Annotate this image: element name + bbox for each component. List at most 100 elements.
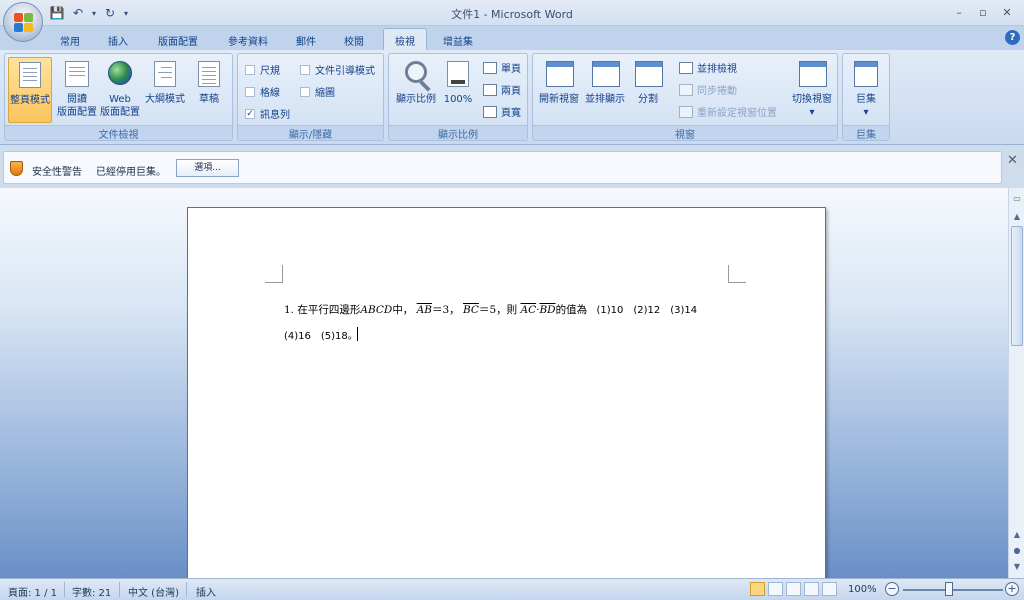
- sync-scroll-button[interactable]: 同步捲動: [679, 82, 737, 97]
- gridlines-check-box[interactable]: [245, 86, 255, 97]
- ruler-checkbox[interactable]: 尺規: [245, 62, 280, 77]
- abcd-text: ABCD: [360, 304, 393, 316]
- tab-home[interactable]: 常用: [52, 30, 88, 50]
- previous-page-icon[interactable]: ▲: [1010, 528, 1024, 542]
- close-security-bar-icon[interactable]: ✕: [1007, 153, 1018, 168]
- restore-button[interactable]: ▫: [972, 3, 994, 21]
- office-button[interactable]: [3, 2, 43, 42]
- arrange-all-button[interactable]: 並排顯示: [583, 57, 627, 123]
- tab-mailings[interactable]: 郵件: [288, 30, 324, 50]
- reset-window-position-button[interactable]: 重新設定視窗位置: [679, 104, 777, 119]
- scrollbar-thumb[interactable]: [1011, 226, 1023, 346]
- message-bar-checkbox[interactable]: ✓ 訊息列: [245, 106, 290, 121]
- doc-map-checkbox[interactable]: 文件引導模式: [300, 62, 375, 77]
- outline-button[interactable]: 大綱模式: [143, 57, 187, 123]
- full-screen-reading-button[interactable]: 閱讀 版面配置: [55, 57, 99, 123]
- switch-windows-dropdown-icon: ▾: [809, 107, 815, 118]
- help-icon[interactable]: ?: [1005, 30, 1020, 45]
- zoom-slider-track[interactable]: [903, 589, 1003, 591]
- status-divider: [64, 582, 65, 597]
- tab-view[interactable]: 檢視: [383, 28, 427, 51]
- view-side-by-side-button[interactable]: 並排檢視: [679, 60, 737, 75]
- doc-map-check-box[interactable]: [300, 64, 310, 75]
- outline-view-icon[interactable]: [804, 582, 819, 596]
- tab-insert[interactable]: 插入: [100, 30, 136, 50]
- tab-addins[interactable]: 增益集: [436, 30, 480, 50]
- zoom-group: 顯示比例 100% 單頁 兩頁 頁寬 顯示比例: [388, 53, 528, 141]
- print-layout-icon: [19, 62, 41, 88]
- one-page-button[interactable]: 單頁: [483, 60, 521, 75]
- close-button[interactable]: ✕: [996, 3, 1018, 21]
- doc-map-label: 文件引導模式: [315, 66, 375, 77]
- zoom-in-icon[interactable]: +: [1005, 582, 1019, 596]
- language-indicator[interactable]: 中文 (台灣): [128, 584, 179, 599]
- document-views-group: 整頁模式 閱讀 版面配置 Web 版面配置 大綱模式 草稿 文件檢視: [4, 53, 233, 141]
- window-group: 開新視窗 並排顯示 分割 並排檢視 同步捲動 重新設定視窗位置 切換視窗 ▾ 視…: [532, 53, 838, 141]
- outline-label: 大綱模式: [145, 94, 185, 105]
- document-line-2[interactable]: (4)16 (5)18。: [284, 327, 358, 342]
- scroll-up-icon[interactable]: ▲: [1010, 210, 1024, 224]
- zoom-level[interactable]: 100%: [848, 584, 877, 595]
- reset-position-icon: [679, 105, 693, 118]
- security-warning-message: 已經停用巨集。: [96, 167, 166, 178]
- macros-button[interactable]: 巨集 ▾: [845, 57, 887, 123]
- zoom-slider-thumb[interactable]: [945, 582, 953, 596]
- question-prefix: 1. 在平行四邊形: [284, 304, 361, 316]
- document-views-group-label: 文件檢視: [5, 125, 232, 141]
- zoom-button[interactable]: 顯示比例: [393, 57, 439, 123]
- answer-options-1: (1)10 (2)12 (3)14: [596, 305, 698, 316]
- document-line-1[interactable]: 1. 在平行四邊形ABCD中， AB＝3， BC＝5，則 AC·BD的值為 (1…: [284, 301, 697, 317]
- next-page-icon[interactable]: ▼: [1010, 560, 1024, 574]
- reading-view-icon[interactable]: [768, 582, 783, 596]
- zoom-100-button[interactable]: 100%: [439, 57, 477, 123]
- crop-mark-left: [265, 265, 283, 283]
- zoom-out-icon[interactable]: −: [885, 582, 899, 596]
- gridlines-checkbox[interactable]: 格線: [245, 84, 280, 99]
- macros-icon: [854, 61, 878, 87]
- window-title: 文件1 - Microsoft Word: [451, 8, 573, 21]
- gridlines-label: 格線: [260, 88, 280, 99]
- insert-mode-indicator[interactable]: 插入: [196, 584, 216, 599]
- side-by-side-label: 並排檢視: [697, 64, 737, 75]
- macros-group-label: 巨集: [843, 125, 889, 141]
- web-view-icon[interactable]: [786, 582, 801, 596]
- two-pages-icon: [483, 83, 497, 96]
- split-button[interactable]: 分割: [631, 57, 665, 123]
- tab-page-layout[interactable]: 版面配置: [150, 30, 206, 50]
- word-count[interactable]: 字數: 21: [72, 584, 111, 599]
- web-layout-button[interactable]: Web 版面配置: [98, 57, 142, 123]
- tab-references[interactable]: 參考資料: [220, 30, 276, 50]
- security-options-button[interactable]: 選項...: [176, 159, 239, 177]
- two-pages-button[interactable]: 兩頁: [483, 82, 521, 97]
- sync-scroll-label: 同步捲動: [697, 86, 737, 97]
- thumbnails-check-box[interactable]: [300, 86, 310, 97]
- page-width-button[interactable]: 頁寬: [483, 104, 521, 119]
- status-divider: [119, 582, 120, 597]
- new-window-button[interactable]: 開新視窗: [537, 57, 581, 123]
- show-hide-group-label: 顯示/隱藏: [238, 125, 383, 141]
- print-layout-button[interactable]: 整頁模式: [8, 57, 52, 123]
- ruler-toggle-icon[interactable]: ▭: [1010, 192, 1024, 206]
- zoom-group-label: 顯示比例: [389, 125, 527, 141]
- reset-position-label: 重新設定視窗位置: [697, 108, 777, 119]
- thumbnails-checkbox[interactable]: 縮圖: [300, 84, 335, 99]
- vertical-scrollbar[interactable]: ▭ ▲ ▲ ● ▼: [1008, 188, 1024, 578]
- text-cursor: [357, 327, 358, 341]
- page-width-label: 頁寬: [501, 108, 521, 119]
- zoom-label: 顯示比例: [396, 94, 436, 105]
- title-bar: 💾 ↶ ▾ ↻ ▾ 文件1 - Microsoft Word – ▫ ✕: [0, 0, 1024, 26]
- draft-button[interactable]: 草稿: [187, 57, 231, 123]
- minimize-button[interactable]: –: [948, 3, 970, 21]
- ruler-check-box[interactable]: [245, 64, 255, 75]
- switch-windows-button[interactable]: 切換視窗 ▾: [789, 57, 835, 123]
- document-page[interactable]: 1. 在平行四邊形ABCD中， AB＝3， BC＝5，則 AC·BD的值為 (1…: [187, 207, 826, 582]
- print-layout-view-icon[interactable]: [750, 582, 765, 596]
- arrange-all-label: 並排顯示: [585, 94, 625, 105]
- message-bar-check-box[interactable]: ✓: [245, 108, 255, 119]
- select-browse-object-icon[interactable]: ●: [1010, 544, 1024, 558]
- tab-review[interactable]: 校閱: [336, 30, 372, 50]
- page-count[interactable]: 頁面: 1 / 1: [8, 584, 57, 599]
- draft-view-icon[interactable]: [822, 582, 837, 596]
- vector-bc: BC: [463, 304, 479, 316]
- ruler-label: 尺規: [260, 66, 280, 77]
